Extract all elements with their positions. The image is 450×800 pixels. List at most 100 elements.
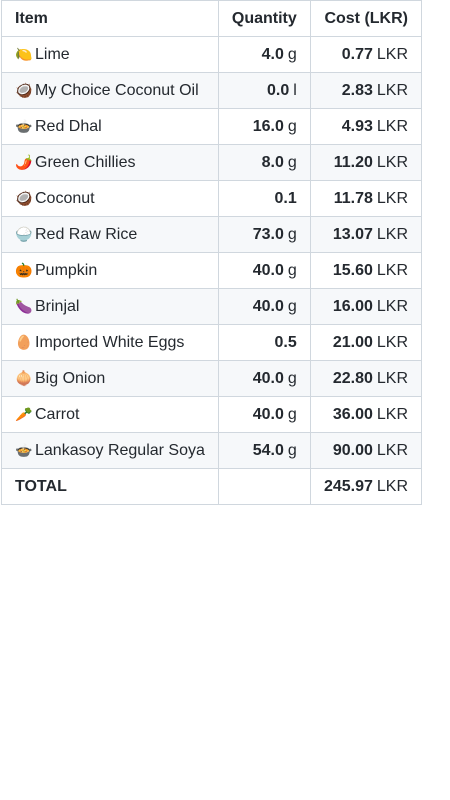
- cost-cell: 21.00 LKR: [309, 324, 423, 361]
- item-name: Carrot: [35, 405, 80, 423]
- table-row: 🍆 Brinjal 40.0 g 16.00 LKR: [1, 288, 423, 325]
- item-name: Lankasoy Regular Soya: [35, 441, 205, 459]
- table-row: 🥥 Coconut 0.1 11.78 LKR: [1, 180, 423, 217]
- pumpkin-icon: 🎃: [15, 261, 33, 278]
- eggplant-icon: 🍆: [15, 297, 33, 314]
- quantity-unit: g: [287, 225, 297, 243]
- quantity-cell: 40.0 g: [217, 360, 311, 397]
- cost-unit: LKR: [376, 225, 408, 243]
- item-cell: 🥕 Carrot: [1, 396, 219, 433]
- cost-unit: LKR: [376, 189, 408, 207]
- table-row: 🥥 My Choice Coconut Oil 0.0 l 2.83 LKR: [1, 72, 423, 109]
- quantity-cell: 0.1: [217, 180, 311, 217]
- coconut-icon: 🥥: [15, 189, 33, 206]
- cost-cell: 4.93 LKR: [309, 108, 423, 145]
- header-item: Item: [1, 0, 219, 37]
- onion-icon: 🧅: [15, 369, 33, 386]
- total-cost-unit: LKR: [376, 477, 408, 495]
- item-name: Red Dhal: [35, 117, 102, 135]
- cost-cell: 36.00 LKR: [309, 396, 423, 433]
- total-row: TOTAL 245.97 LKR: [1, 468, 423, 505]
- table-row: 🍲 Red Dhal 16.0 g 4.93 LKR: [1, 108, 423, 145]
- quantity-value: 40.0: [252, 297, 284, 315]
- cost-cell: 22.80 LKR: [309, 360, 423, 397]
- quantity-unit: g: [287, 45, 297, 63]
- item-cell: 🧅 Big Onion: [1, 360, 219, 397]
- cost-unit: LKR: [376, 117, 408, 135]
- egg-icon: 🥚: [15, 333, 33, 350]
- cost-value: 11.20: [333, 153, 373, 171]
- quantity-cell: 16.0 g: [217, 108, 311, 145]
- quantity-cell: 54.0 g: [217, 432, 311, 469]
- cost-unit: LKR: [376, 297, 408, 315]
- cost-unit: LKR: [376, 405, 408, 423]
- item-cell: 🍚 Red Raw Rice: [1, 216, 219, 253]
- cost-cell: 11.78 LKR: [309, 180, 423, 217]
- cost-value: 90.00: [332, 441, 373, 459]
- quantity-unit: g: [287, 441, 297, 459]
- cost-unit: LKR: [376, 153, 408, 171]
- quantity-value: 0.0: [266, 81, 290, 99]
- table-row: 🧅 Big Onion 40.0 g 22.80 LKR: [1, 360, 423, 397]
- cost-value: 4.93: [341, 117, 373, 135]
- item-cell: 🍲 Lankasoy Regular Soya: [1, 432, 219, 469]
- table-row: 🍚 Red Raw Rice 73.0 g 13.07 LKR: [1, 216, 423, 253]
- cost-value: 36.00: [332, 405, 373, 423]
- quantity-cell: 40.0 g: [217, 396, 311, 433]
- total-quantity-cell: [217, 468, 311, 505]
- header-cost: Cost (LKR): [309, 0, 423, 37]
- item-cell: 🥚 Imported White Eggs: [1, 324, 219, 361]
- table-row: 🌶️ Green Chillies 8.0 g 11.20 LKR: [1, 144, 423, 181]
- cost-table: Item Quantity Cost (LKR) 🍋 Lime 4.0 g 0.77 LK…: [1, 0, 423, 505]
- cost-value: 0.77: [341, 45, 373, 63]
- item-name: Green Chillies: [35, 153, 136, 171]
- quantity-cell: 4.0 g: [217, 36, 311, 73]
- bowl-icon: 🍲: [15, 441, 33, 458]
- quantity-cell: 0.5: [217, 324, 311, 361]
- cost-value: 2.83: [341, 81, 373, 99]
- table-row: 🎃 Pumpkin 40.0 g 15.60 LKR: [1, 252, 423, 289]
- cost-cell: 90.00 LKR: [309, 432, 423, 469]
- table-row: 🥕 Carrot 40.0 g 36.00 LKR: [1, 396, 423, 433]
- quantity-cell: 73.0 g: [217, 216, 311, 253]
- quantity-value: 0.5: [274, 333, 297, 351]
- cost-value: 16.00: [332, 297, 373, 315]
- carrot-icon: 🥕: [15, 405, 33, 422]
- quantity-unit: g: [287, 153, 297, 171]
- quantity-value: 8.0: [261, 153, 284, 171]
- cost-unit: LKR: [376, 333, 408, 351]
- cost-cell: 16.00 LKR: [309, 288, 423, 325]
- bowl-icon: 🍲: [15, 117, 33, 134]
- item-cell: 🥥 Coconut: [1, 180, 219, 217]
- quantity-value: 0.1: [274, 189, 297, 207]
- lime-icon: 🍋: [15, 45, 33, 62]
- item-name: Imported White Eggs: [35, 333, 185, 351]
- total-cost-cell: 245.97 LKR: [309, 468, 423, 505]
- item-cell: 🥥 My Choice Coconut Oil: [1, 72, 219, 109]
- table-header-row: Item Quantity Cost (LKR): [1, 0, 423, 37]
- cost-unit: LKR: [376, 45, 408, 63]
- item-cell: 🍋 Lime: [1, 36, 219, 73]
- cost-value: 22.80: [332, 369, 373, 387]
- quantity-unit: g: [287, 405, 297, 423]
- quantity-value: 40.0: [252, 369, 284, 387]
- item-name: Brinjal: [35, 297, 80, 315]
- quantity-cell: 40.0 g: [217, 288, 311, 325]
- cost-unit: LKR: [376, 261, 408, 279]
- item-cell: 🍆 Brinjal: [1, 288, 219, 325]
- chilli-icon: 🌶️: [15, 153, 33, 170]
- item-name: My Choice Coconut Oil: [35, 81, 199, 99]
- table-row: 🍲 Lankasoy Regular Soya 54.0 g 90.00 LKR: [1, 432, 423, 469]
- quantity-value: 4.0: [261, 45, 284, 63]
- cost-value: 13.07: [332, 225, 373, 243]
- item-name: Pumpkin: [35, 261, 98, 279]
- quantity-value: 16.0: [252, 117, 284, 135]
- cost-cell: 2.83 LKR: [309, 72, 423, 109]
- cost-cell: 0.77 LKR: [309, 36, 423, 73]
- rice-icon: 🍚: [15, 225, 33, 242]
- cost-value: 21.00: [332, 333, 373, 351]
- quantity-cell: 8.0 g: [217, 144, 311, 181]
- item-name: Lime: [35, 45, 70, 63]
- cost-value: 11.78: [333, 189, 373, 207]
- quantity-value: 73.0: [252, 225, 284, 243]
